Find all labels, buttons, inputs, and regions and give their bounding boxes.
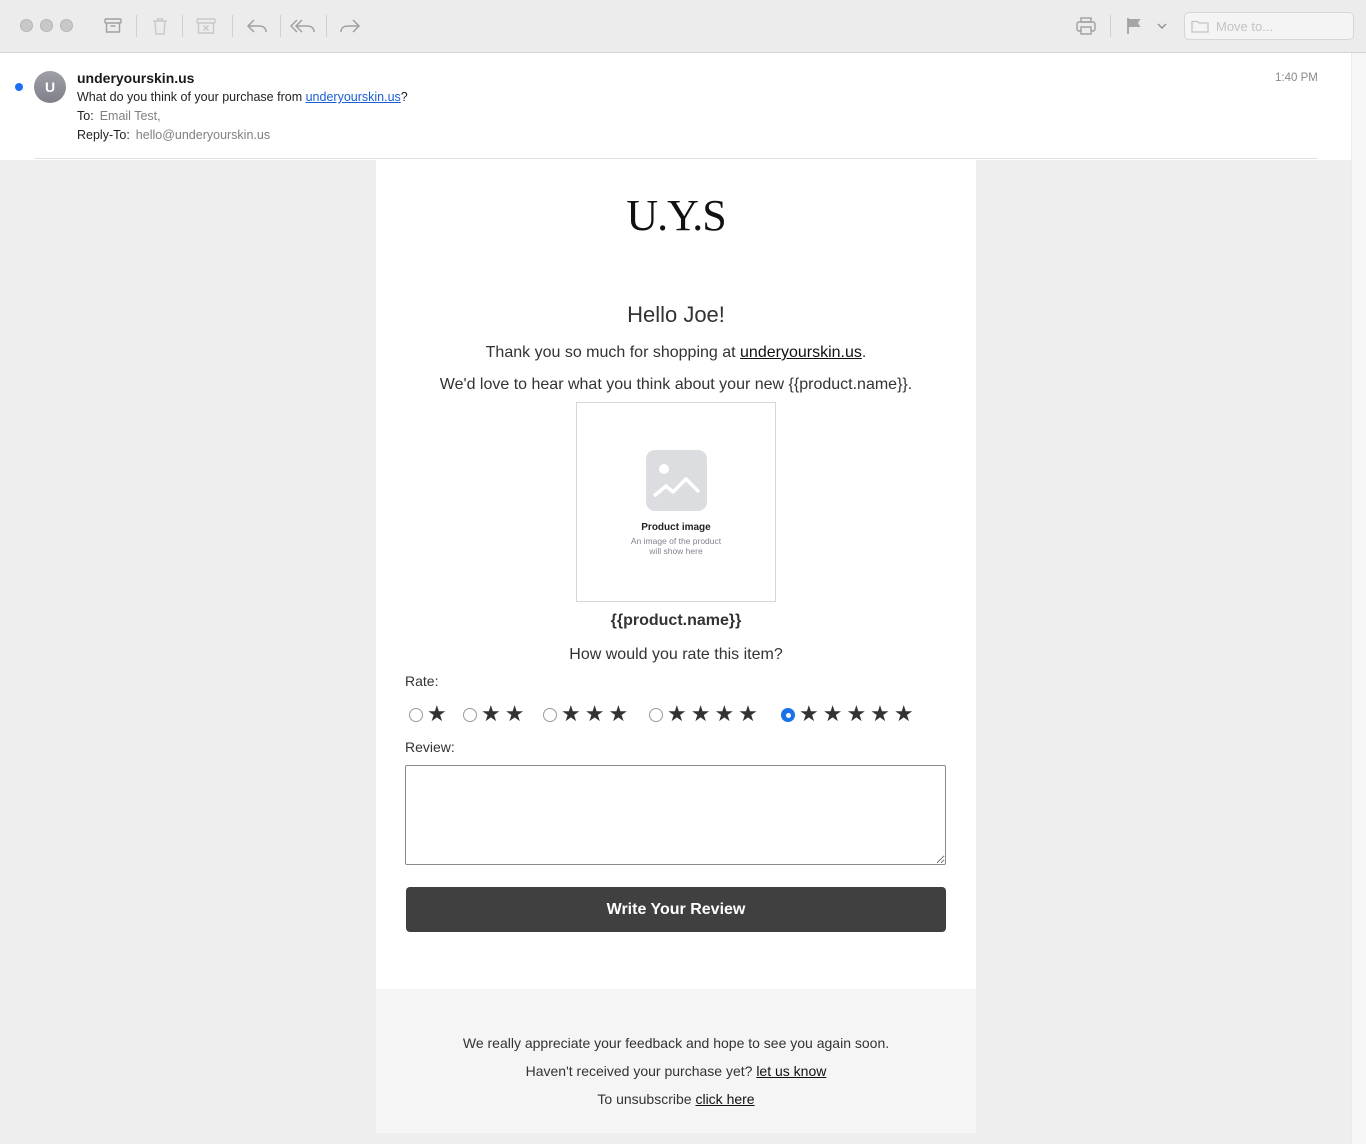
subject-suffix: ? [400, 90, 408, 104]
reply-to-address[interactable]: hello@underyourskin.us [136, 128, 270, 142]
archive-button[interactable] [99, 13, 127, 39]
unsubscribe-text: To unsubscribe [597, 1091, 696, 1107]
write-review-button[interactable]: Write Your Review [406, 887, 946, 932]
email-footer [376, 989, 976, 1133]
trash-icon [153, 18, 167, 35]
product-image-placeholder: Product image An image of the product wil… [576, 402, 776, 602]
to-label: To: [77, 109, 94, 123]
placeholder-subtitle: An image of the product will show here [617, 536, 735, 556]
folder-icon [1191, 20, 1209, 33]
message-header: U underyourskin.us What do you think of … [0, 53, 1351, 160]
review-label: Review: [405, 739, 455, 755]
rating-radio-4[interactable] [649, 708, 663, 722]
rate-label: Rate: [405, 673, 439, 689]
minimize-window-button[interactable] [40, 19, 53, 32]
trash-button[interactable] [146, 13, 174, 39]
footer-unsubscribe: To unsubscribe click here [376, 1091, 976, 1107]
subject-line: What do you think of your purchase from … [77, 90, 408, 104]
rating-stars-2[interactable]: ★★ [481, 700, 528, 728]
move-to-placeholder: Move to... [1216, 18, 1274, 34]
subject-prefix: What do you think of your purchase from [77, 90, 306, 104]
unread-indicator [15, 83, 23, 91]
rating-radio-1[interactable] [409, 708, 423, 722]
greeting: Hello Joe! [627, 302, 725, 327]
flag-menu-button[interactable] [1152, 13, 1172, 39]
rating-stars-4[interactable]: ★★★★ [667, 700, 762, 728]
love-to-hear-paragraph: We'd love to hear what you think about y… [439, 376, 913, 393]
placeholder-subtitle-line-2: will show here [649, 546, 703, 556]
reply-to-line: Reply-To: hello@underyourskin.us [77, 128, 270, 142]
review-textarea[interactable] [405, 765, 946, 865]
brand-logo: U.Y.S [626, 191, 726, 240]
toolbar: Move to... [0, 0, 1366, 53]
print-button[interactable] [1072, 13, 1100, 39]
rating-question: How would you rate this item? [569, 646, 783, 663]
image-placeholder-icon [646, 450, 707, 511]
thanks-paragraph: Thank you so much for shopping at undery… [376, 344, 976, 362]
zoom-window-button[interactable] [60, 19, 73, 32]
reply-all-button[interactable] [289, 13, 317, 39]
forward-icon [340, 19, 361, 33]
rating-radio-3[interactable] [543, 708, 557, 722]
reply-all-icon [290, 19, 315, 33]
archive-icon [104, 18, 122, 33]
product-name: {{product.name}} [610, 612, 742, 629]
move-to-mailbox-select[interactable]: Move to... [1184, 12, 1354, 40]
to-line: To: Email Test, [77, 109, 161, 123]
forward-button[interactable] [336, 13, 364, 39]
subject-link[interactable]: underyourskin.us [306, 90, 401, 104]
footer-thanks: We really appreciate your feedback and h… [462, 1035, 890, 1051]
reply-to-label: Reply-To: [77, 128, 130, 142]
flag-button[interactable] [1120, 13, 1148, 39]
rating-radio-5[interactable] [781, 708, 795, 722]
unsubscribe-link[interactable]: click here [695, 1091, 754, 1107]
thanks-suffix: . [861, 344, 867, 361]
message-time: 1:40 PM [1275, 72, 1318, 84]
flag-icon [1127, 18, 1141, 34]
scrollbar[interactable] [1351, 53, 1366, 1144]
rating-stars-3[interactable]: ★★★ [561, 700, 632, 728]
reply-button[interactable] [243, 13, 271, 39]
rating-stars-5[interactable]: ★★★★★ [799, 700, 918, 728]
footer-not-received: Haven't received your purchase yet? let … [376, 1063, 976, 1079]
sender-avatar: U [34, 71, 66, 103]
rating-stars-1[interactable]: ★ [427, 700, 451, 728]
rating-radio-2[interactable] [463, 708, 477, 722]
printer-icon [1076, 17, 1096, 35]
to-recipient[interactable]: Email Test, [100, 109, 161, 123]
reply-icon [246, 19, 267, 33]
junk-icon [196, 18, 216, 34]
let-us-know-link[interactable]: let us know [756, 1063, 826, 1079]
junk-button[interactable] [192, 13, 220, 39]
chevron-down-icon [1157, 23, 1167, 29]
placeholder-subtitle-line-1: An image of the product [630, 536, 722, 546]
header-divider [34, 158, 1318, 159]
close-window-button[interactable] [20, 19, 33, 32]
sender-name[interactable]: underyourskin.us [77, 70, 194, 86]
placeholder-title: Product image [641, 522, 711, 533]
not-received-text: Haven't received your purchase yet? [525, 1063, 757, 1079]
thanks-prefix: Thank you so much for shopping at [485, 344, 741, 361]
shop-link[interactable]: underyourskin.us [740, 344, 862, 361]
